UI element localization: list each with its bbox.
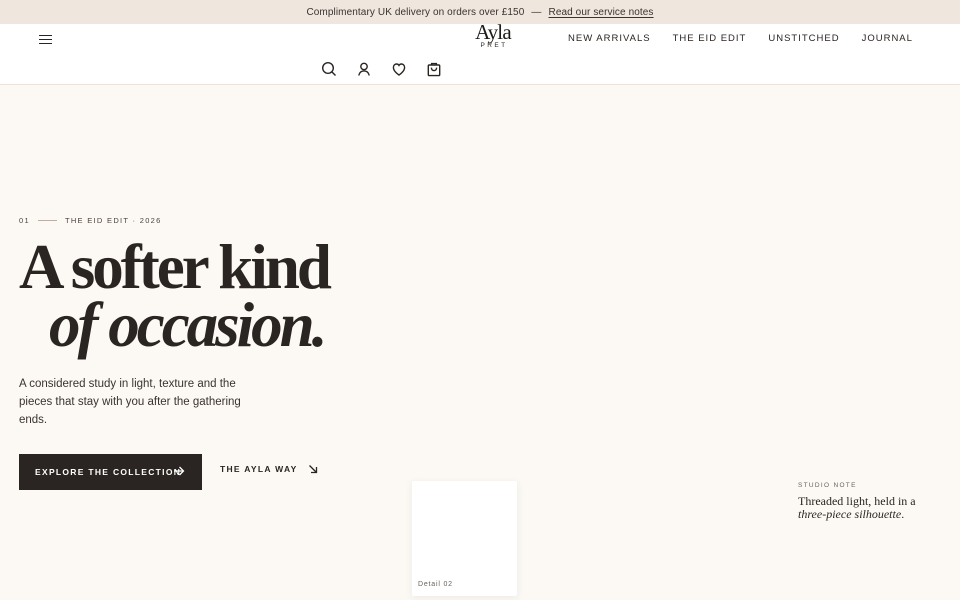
nav-unstitched[interactable]: UNSTITCHED [768, 33, 839, 44]
service-notes-link[interactable]: Read our service notes [549, 7, 654, 18]
ayla-way-link[interactable]: THE AYLA WAY [220, 464, 318, 474]
studio-note-kicker: STUDIO NOTE [798, 482, 857, 489]
nav-new-arrivals[interactable]: NEW ARRIVALS [568, 33, 651, 44]
explore-collection-label: EXPLORE THE COLLECTION [35, 467, 182, 477]
main-nav: NEW ARRIVALS THE EID EDIT UNSTITCHED JOU… [568, 33, 935, 44]
studio-note-emphasis: three-piece silhouette [798, 507, 902, 521]
hero-eyebrow: 01 THE EID EDIT · 2026 [19, 216, 162, 225]
bag-icon[interactable] [425, 60, 443, 78]
logo-wordmark: Ayla [475, 20, 512, 44]
studio-note-text-part1: Threaded light, held in a [798, 494, 916, 508]
arrow-down-right-icon [308, 465, 317, 474]
nav-eid-edit[interactable]: THE EID EDIT [673, 33, 747, 44]
headline-line-1: A softer kind [19, 232, 332, 302]
announcement-text: Complimentary UK delivery on orders over… [306, 6, 525, 18]
utility-icons [320, 60, 460, 78]
logo-subtitle: PRET [480, 42, 508, 49]
brand-logo[interactable]: Ayla PRET [466, 20, 520, 50]
nav-journal[interactable]: JOURNAL [862, 33, 913, 44]
eyebrow-rule [37, 220, 57, 221]
studio-note-text-end: . [901, 507, 905, 521]
hero-lede: A considered study in light, texture and… [19, 378, 241, 426]
eyebrow-index: 01 [19, 216, 30, 225]
site-header: Ayla PRET NEW ARRIVALS THE EID EDIT UNST… [0, 20, 960, 85]
ayla-way-label: THE AYLA WAY [220, 464, 298, 474]
hamburger-icon[interactable] [39, 34, 53, 46]
search-icon[interactable] [320, 60, 338, 78]
account-icon[interactable] [355, 60, 373, 78]
detail-card-label: Detail 02 [418, 581, 453, 588]
detail-image-card[interactable]: Detail 02 [412, 481, 517, 596]
hero-headline: A softer kind of occasion. [19, 232, 332, 360]
explore-collection-button[interactable]: EXPLORE THE COLLECTION [19, 454, 202, 490]
heart-icon[interactable] [390, 60, 408, 78]
eyebrow-label: THE EID EDIT · 2026 [64, 216, 162, 225]
studio-note: STUDIO NOTE Threaded light, held in a th… [798, 482, 938, 521]
announcement-separator: — [531, 6, 542, 18]
studio-note-text: Threaded light, held in a three-piece si… [798, 495, 938, 521]
headline-line-2: of occasion. [49, 290, 327, 360]
arrow-right-icon [174, 466, 185, 476]
